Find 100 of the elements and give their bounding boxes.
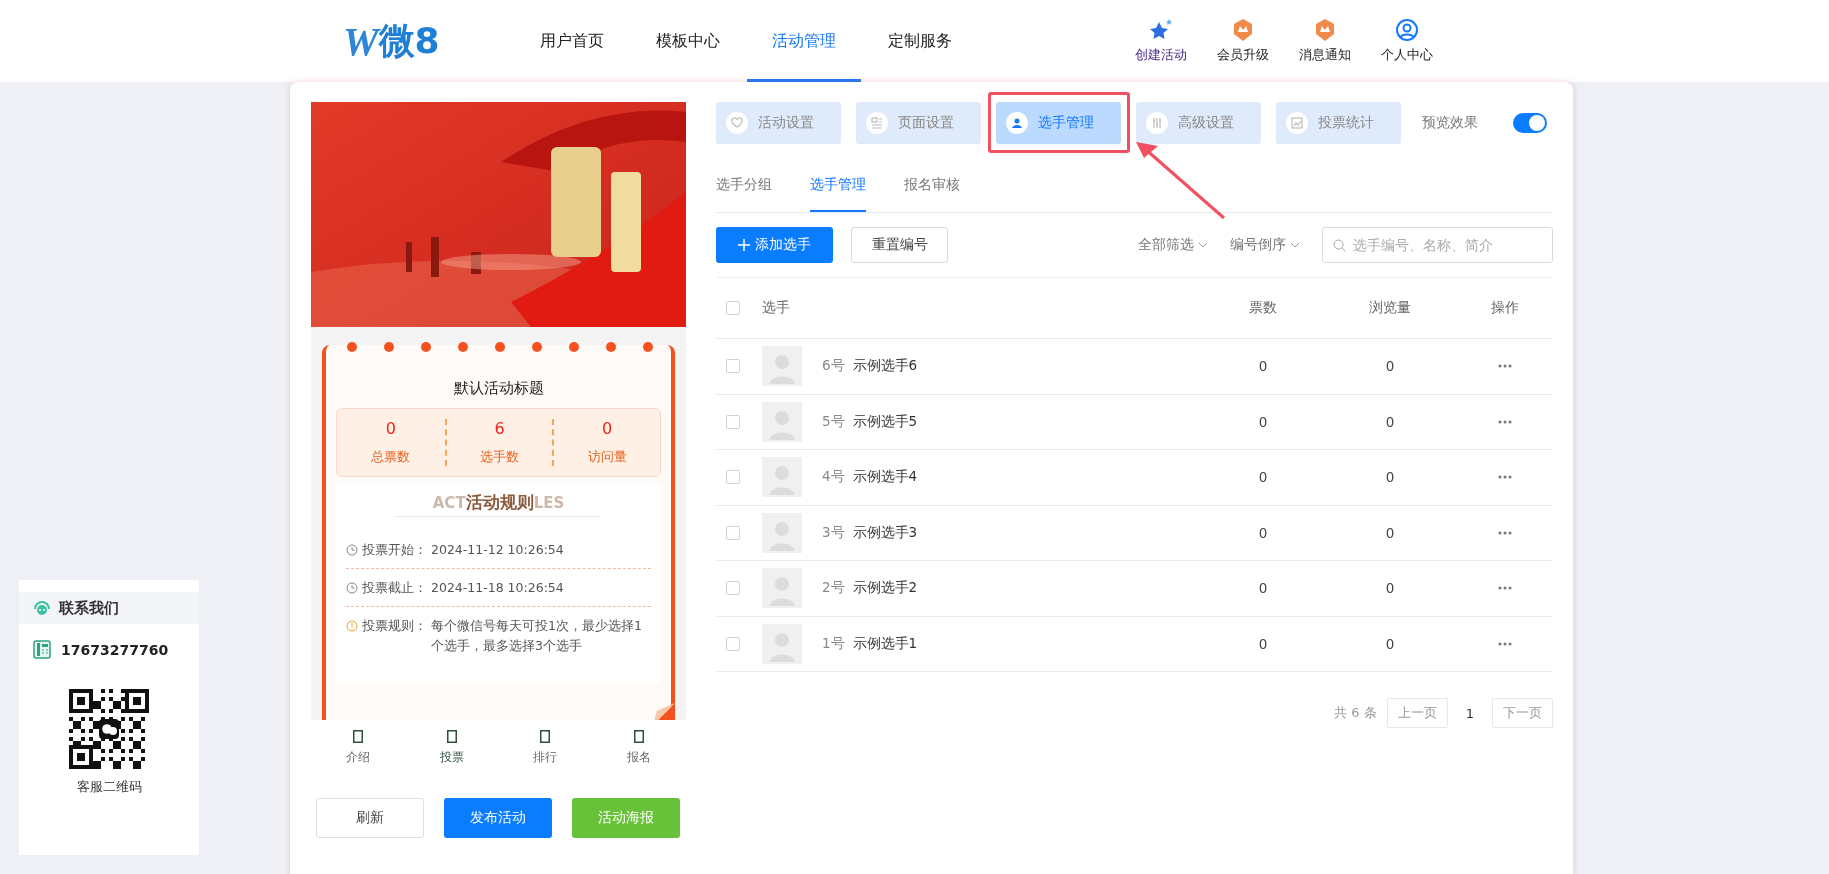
settings-tab[interactable]: 高级设置	[1136, 102, 1261, 144]
clock-icon	[346, 582, 358, 594]
bottom-nav-item[interactable]: 报名	[592, 729, 686, 766]
table-cell-text: 0	[1384, 524, 1396, 541]
player-number: 2号	[822, 579, 845, 598]
table-cell-text: 0	[1257, 469, 1269, 486]
sliders-icon	[1150, 116, 1164, 130]
layout-icon	[870, 116, 884, 130]
chevron-down-icon	[1198, 242, 1208, 248]
badge-icon	[1314, 18, 1336, 42]
telephone-icon	[33, 640, 51, 659]
action-label: 会员升级	[1217, 46, 1269, 64]
filter-dropdown[interactable]: 编号倒序	[1230, 236, 1300, 254]
player-number: 3号	[822, 523, 845, 542]
add-player-button[interactable]: 添加选手	[716, 227, 833, 263]
qr-caption: 客服二维码	[75, 779, 143, 796]
more-icon[interactable]	[1498, 530, 1512, 535]
qr-code-icon	[69, 689, 149, 769]
headset-icon	[33, 600, 51, 616]
total-count: 共 6 条	[1334, 704, 1377, 722]
logo[interactable]: W微8	[343, 0, 515, 82]
action-label: 创建活动	[1135, 46, 1187, 64]
search-icon	[1333, 239, 1346, 252]
sub-tab[interactable]: 选手分组	[716, 168, 772, 212]
player-number: 6号	[822, 357, 845, 376]
column-header: 操作	[1490, 299, 1520, 317]
player-name: 示例选手5	[852, 412, 918, 431]
clock-icon	[346, 544, 358, 556]
stat-label: 选手数	[480, 448, 519, 466]
rule-value: 2024-11-12 10:26:54	[431, 541, 565, 559]
row-checkbox[interactable]	[726, 636, 740, 651]
header-action[interactable]: 创建活动	[1129, 0, 1193, 82]
search-field[interactable]: 选手编号、名称、简介	[1322, 227, 1553, 263]
heart-icon	[730, 116, 744, 130]
avatar-icon	[762, 568, 802, 609]
rules-title: 活动规则	[465, 491, 534, 514]
more-icon[interactable]	[1498, 419, 1512, 424]
nav-item[interactable]: 模板中心	[631, 0, 745, 82]
table-cell-text: 0	[1384, 413, 1396, 430]
header-action[interactable]: 会员升级	[1211, 0, 1275, 82]
row-checkbox[interactable]	[726, 414, 740, 429]
action-button[interactable]: 发布活动	[444, 798, 552, 838]
contact-title: 联系我们	[59, 598, 119, 618]
table-cell-text: 0	[1257, 635, 1269, 652]
row-checkbox[interactable]	[726, 470, 740, 485]
stat-label: 总票数	[371, 448, 411, 466]
player-number: 4号	[822, 468, 845, 487]
header-action[interactable]: 消息通知	[1293, 0, 1357, 82]
avatar-icon	[762, 346, 802, 387]
rules-backdrop-text: LES	[533, 494, 565, 512]
table-cell-text: 0	[1257, 524, 1269, 541]
bottom-nav-item[interactable]: 介绍	[311, 729, 405, 766]
placeholder-glyph-icon	[634, 729, 645, 743]
placeholder-glyph-icon	[446, 729, 457, 743]
column-header: 票数	[1248, 299, 1278, 317]
table-cell-text: 0	[1257, 358, 1269, 375]
more-icon[interactable]	[1498, 641, 1512, 646]
user-icon	[1395, 18, 1419, 42]
table-cell-text: 0	[1384, 580, 1396, 597]
rule-label: 投票规则：	[362, 617, 427, 635]
toggle-label: 预览效果	[1422, 114, 1478, 132]
settings-tab[interactable]: 页面设置	[856, 102, 981, 144]
rule-label: 投票截止：	[362, 579, 427, 597]
placeholder-glyph-icon	[352, 729, 363, 743]
chevron-down-icon	[1290, 242, 1300, 248]
more-icon[interactable]	[1498, 364, 1512, 369]
more-icon[interactable]	[1498, 586, 1512, 591]
nav-item[interactable]: 定制服务	[863, 0, 977, 82]
filter-dropdown[interactable]: 全部筛选	[1138, 236, 1208, 254]
column-header: 选手	[762, 299, 791, 317]
action-label: 消息通知	[1299, 46, 1351, 64]
page-number[interactable]: 1	[1457, 705, 1482, 721]
rules-backdrop-text: ACT	[432, 494, 466, 512]
reset-number-button[interactable]: 重置编号	[851, 227, 948, 263]
table-cell-text: 0	[1384, 635, 1396, 652]
player-number: 5号	[822, 412, 845, 431]
preview-toggle[interactable]	[1513, 113, 1547, 133]
avatar-icon	[762, 512, 802, 553]
avatar-icon	[762, 457, 802, 498]
rule-value: 每个微信号每天可投1次，最少选择1个选手，最多选择3个选手	[431, 617, 643, 655]
settings-tab[interactable]: 投票统计	[1276, 102, 1401, 144]
bottom-nav-item[interactable]: 投票	[404, 729, 499, 766]
select-all-checkbox[interactable]	[726, 301, 740, 315]
action-button[interactable]: 刷新	[316, 798, 424, 838]
player-name: 示例选手6	[852, 357, 918, 376]
badge-icon	[1232, 18, 1254, 42]
row-checkbox[interactable]	[726, 581, 740, 596]
user-icon	[1010, 116, 1024, 130]
table-cell-text: 0	[1384, 469, 1396, 486]
row-checkbox[interactable]	[726, 525, 740, 540]
table-cell-text: 0	[1384, 358, 1396, 375]
nav-item[interactable]: 用户首页	[515, 0, 629, 82]
row-checkbox[interactable]	[726, 359, 740, 374]
settings-tab[interactable]: 选手管理	[996, 102, 1121, 144]
more-icon[interactable]	[1498, 475, 1512, 480]
settings-tab[interactable]: 活动设置	[716, 102, 841, 144]
bottom-nav-item[interactable]: 排行	[498, 729, 593, 766]
sub-tab[interactable]: 选手管理	[810, 168, 866, 212]
sub-tab[interactable]: 报名审核	[904, 168, 960, 212]
header-action[interactable]: 个人中心	[1375, 0, 1439, 82]
